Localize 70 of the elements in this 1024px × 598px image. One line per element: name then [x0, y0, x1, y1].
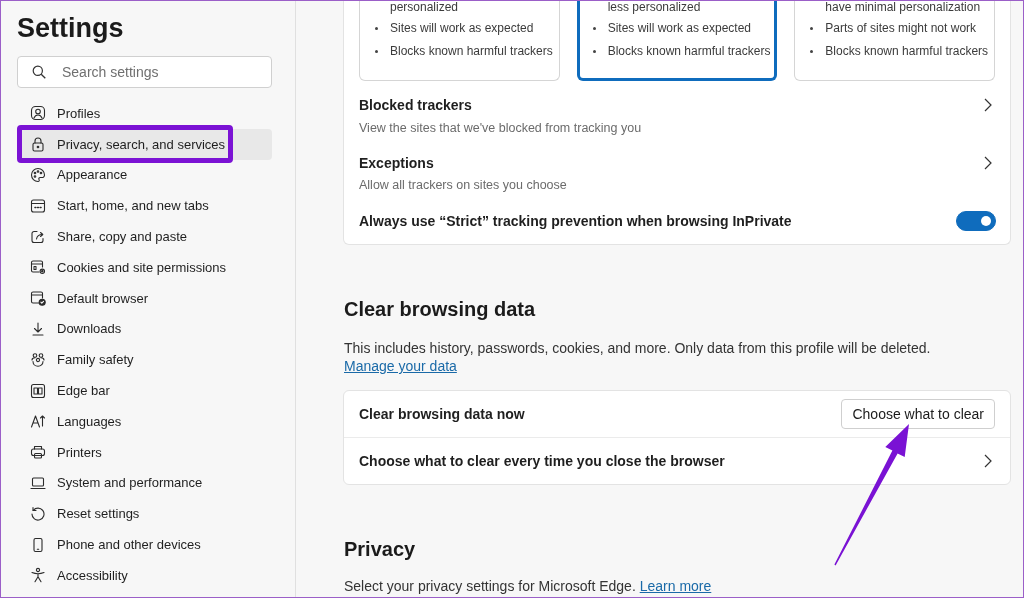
palette-icon [30, 167, 46, 183]
nav-item[interactable]: Start, home, and new tabs [17, 190, 272, 222]
chevron-right-icon[interactable] [984, 156, 992, 170]
row-subtitle: View the sites that we've blocked from tracking you [359, 120, 642, 137]
nav-item[interactable]: Languages [17, 405, 272, 437]
nav-item[interactable]: Edge bar [17, 375, 272, 406]
card-text: Blocks known harmful trackers [390, 43, 553, 60]
settings-title: Settings [17, 12, 125, 45]
nav-item[interactable]: Cookies and site permissions [17, 252, 272, 283]
section-description: This includes history, passwords, cookies, and more. Only data from this profile will be deleted. Manage your data [343, 339, 932, 375]
bullet-icon [810, 27, 814, 30]
bullet-icon [592, 50, 596, 53]
nav-item[interactable]: Phone and other devices [17, 529, 272, 560]
search-icon [32, 65, 46, 79]
laptop-icon [30, 474, 46, 491]
nav-item[interactable]: Printers [17, 436, 272, 468]
chevron-right-icon[interactable] [984, 98, 992, 112]
section-heading: Clear browsing data [343, 297, 537, 322]
reset-icon [30, 505, 46, 522]
chevron-right-icon[interactable] [984, 454, 992, 468]
lock-icon [30, 136, 46, 153]
search-field[interactable]: Search settings [17, 56, 272, 88]
tracking-option-card[interactable]: have minimal personalization Parts of sites might not work Blocks known harmful trackers [794, 1, 995, 81]
nav-item[interactable]: Share, copy and paste [17, 221, 272, 252]
nav-item[interactable]: Accessibility [17, 559, 272, 591]
row-subtitle: Allow all trackers on sites you choose [359, 177, 567, 194]
row-title: Exceptions [359, 154, 435, 173]
row-title: Clear browsing data now [359, 405, 525, 424]
nav-item[interactable]: Profiles [17, 98, 272, 129]
card-text: Sites will work as expected [390, 20, 534, 37]
language-icon [30, 413, 46, 430]
nav-item[interactable]: Downloads [17, 313, 272, 345]
bullet-icon [375, 50, 378, 53]
card-text: personalized [390, 1, 459, 14]
card-text: Blocks known harmful trackers [607, 43, 771, 60]
share-icon [30, 228, 46, 245]
row-title: Blocked trackers [359, 96, 473, 115]
phone-icon [30, 536, 46, 553]
manage-data-link[interactable]: Manage your data [344, 358, 457, 374]
nav-item[interactable]: System and performance [17, 467, 272, 499]
nav-item[interactable]: Family safety [17, 344, 272, 376]
row-title: Choose what to clear every time you close the browser [359, 452, 725, 471]
download-icon [30, 320, 46, 337]
accessibility-icon [30, 567, 46, 584]
tracking-option-card[interactable]: personalized Sites will work as expected Blocks known harmful trackers [359, 1, 560, 81]
section-description: Select your privacy settings for Microsoft Edge. Learn more [343, 577, 713, 595]
choose-button[interactable]: Choose what to clear [841, 399, 995, 429]
browser-window-icon [30, 197, 46, 214]
tracking-option-card[interactable]: less personalized Sites will work as expected Blocks known harmful trackers [576, 1, 778, 81]
nav-item[interactable]: Default browser [17, 282, 272, 314]
bullet-icon [375, 27, 378, 30]
card-text: less personalized [607, 1, 701, 14]
window-check-icon [30, 290, 46, 307]
people-icon [30, 351, 46, 368]
printer-icon [30, 444, 46, 461]
toggle-switch[interactable] [956, 211, 996, 231]
profile-icon [30, 105, 46, 122]
window-gear-icon [30, 259, 46, 276]
card-text: Blocks known harmful trackers [825, 43, 989, 60]
row-title: Always use “Strict” tracking prevention when browsing InPrivate [359, 212, 792, 231]
nav-item[interactable]: Appearance [17, 159, 272, 191]
learn-more-link[interactable]: Learn more [639, 578, 712, 594]
bullet-icon [810, 50, 814, 53]
card-text: Parts of sites might not work [825, 20, 977, 37]
nav-item[interactable]: Reset settings [17, 498, 272, 530]
bullet-icon [592, 27, 596, 30]
card-text: Sites will work as expected [607, 20, 752, 37]
section-heading: Privacy [343, 537, 417, 562]
card-text: have minimal personalization [825, 1, 981, 14]
panel-layout-icon [30, 382, 46, 399]
